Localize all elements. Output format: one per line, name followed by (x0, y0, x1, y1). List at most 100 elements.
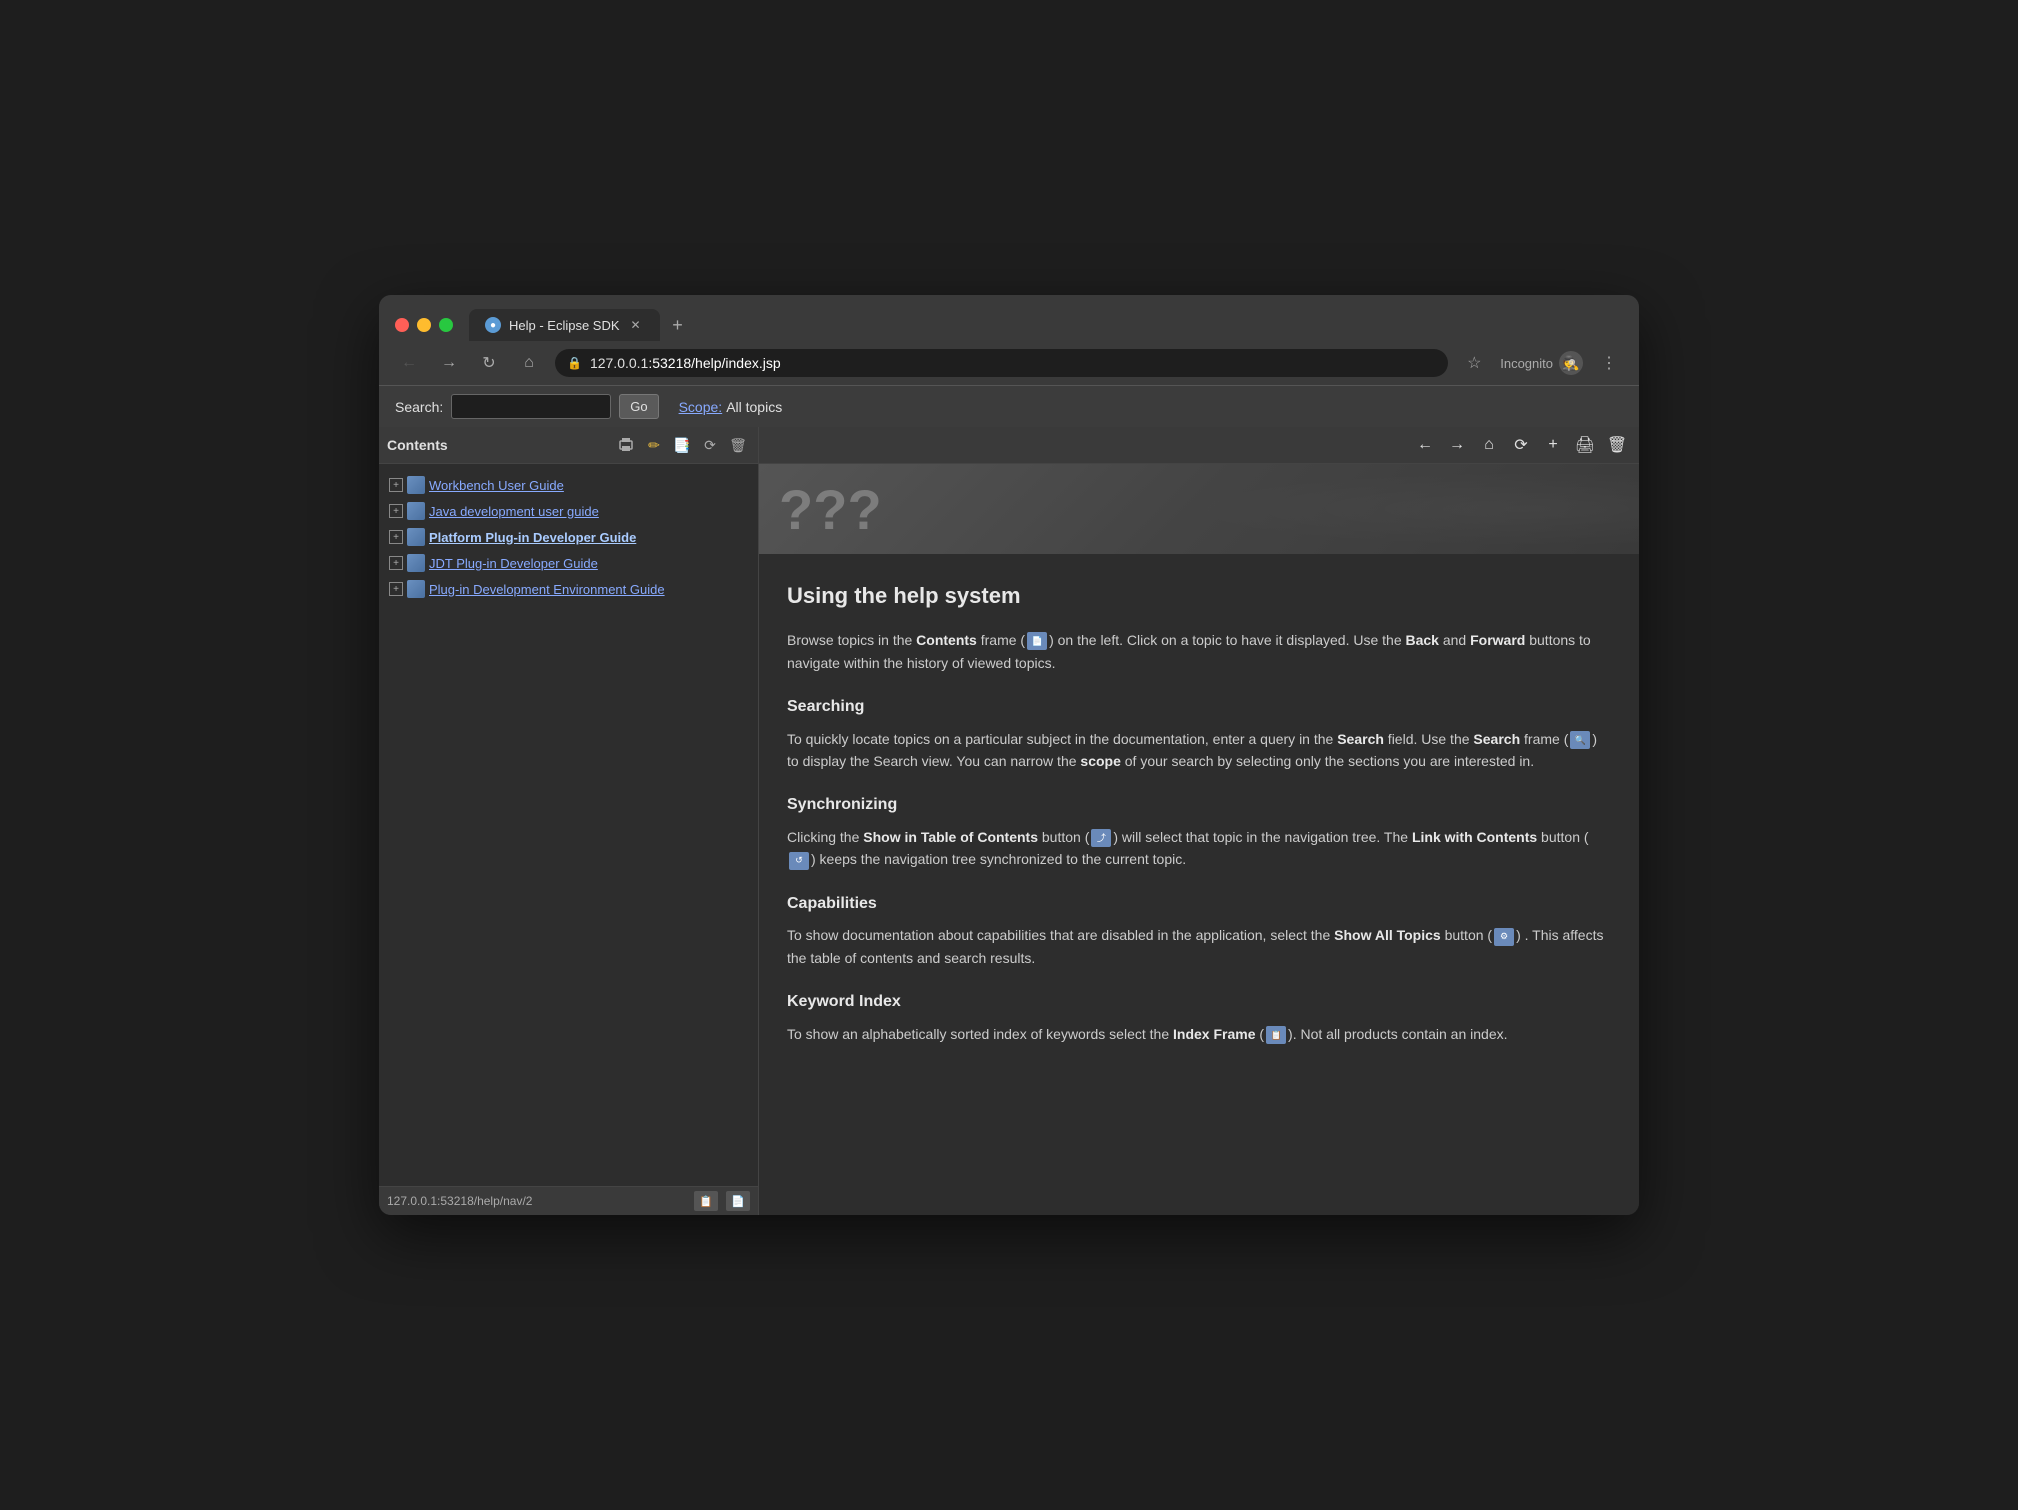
section-body-keyword: To show an alphabetically sorted index o… (787, 1023, 1611, 1045)
scope-area: Scope: All topics (679, 399, 783, 415)
content-panel: ← → ⌂ ⟳ + 🖨 🗑 ? ? ? Using the help syste… (759, 427, 1639, 1215)
new-tab-button[interactable]: + (664, 311, 692, 339)
minimize-button[interactable] (417, 318, 431, 332)
content-bookmark-button[interactable]: + (1539, 431, 1567, 459)
sidebar-header: Contents ✏ 📑 ⟳ 🗑 (379, 427, 758, 464)
delete-sidebar-button[interactable]: 🗑 (726, 433, 750, 457)
back-button[interactable]: ← (395, 349, 423, 377)
book-icon (407, 502, 425, 520)
print-sidebar-button[interactable] (614, 433, 638, 457)
list-item[interactable]: + Workbench User Guide (383, 472, 754, 498)
status-icon-2[interactable]: 📄 (726, 1191, 750, 1211)
list-item[interactable]: + Java development user guide (383, 498, 754, 524)
expand-icon[interactable]: + (389, 478, 403, 492)
address-text: 127.0.0.1:53218/help/index.jsp (590, 355, 781, 371)
tree-item-label: Workbench User Guide (429, 478, 564, 493)
content-heading: Using the help system (787, 578, 1611, 613)
close-button[interactable] (395, 318, 409, 332)
content-forward-button[interactable]: → (1443, 431, 1471, 459)
address-prefix: 127.0.0.1 (590, 355, 648, 371)
search-bar: Search: Go Scope: All topics (379, 385, 1639, 427)
content-intro: Browse topics in the Contents frame (📄) … (787, 629, 1611, 674)
content-print-button[interactable]: 🖨 (1571, 431, 1599, 459)
incognito-icon: 🕵 (1559, 351, 1583, 375)
expand-icon[interactable]: + (389, 530, 403, 544)
title-bar: ● Help - Eclipse SDK ✕ + (379, 295, 1639, 341)
contents-icon: 📄 (1027, 632, 1047, 650)
section-title-searching: Searching (787, 694, 1611, 720)
section-title-capabilities: Capabilities (787, 891, 1611, 917)
book-icon (407, 476, 425, 494)
content-body: Using the help system Browse topics in t… (759, 554, 1639, 1215)
search-frame-icon: 🔍 (1570, 731, 1590, 749)
address-bar-input[interactable]: 🔒 127.0.0.1:53218/help/index.jsp (555, 349, 1448, 377)
active-tab[interactable]: ● Help - Eclipse SDK ✕ (469, 309, 660, 341)
status-url: 127.0.0.1:53218/help/nav/2 (387, 1194, 686, 1208)
status-icon-1[interactable]: 📋 (694, 1191, 718, 1211)
go-button[interactable]: Go (619, 394, 658, 419)
tree-item-label: JDT Plug-in Developer Guide (429, 556, 598, 571)
search-input[interactable] (451, 394, 611, 419)
content-home-button[interactable]: ⌂ (1475, 431, 1503, 459)
book-icon (407, 554, 425, 572)
section-body-searching: To quickly locate topics on a particular… (787, 728, 1611, 773)
scope-value: All topics (726, 399, 782, 415)
tree-item-label: Platform Plug-in Developer Guide (429, 530, 636, 545)
address-suffix: :53218/help/index.jsp (648, 355, 780, 371)
section-body-capabilities: To show documentation about capabilities… (787, 924, 1611, 969)
tab-favicon: ● (485, 317, 501, 333)
home-button[interactable]: ⌂ (515, 349, 543, 377)
section-title-keyword: Keyword Index (787, 989, 1611, 1015)
scope-link[interactable]: Scope: (679, 399, 723, 415)
lock-icon: 🔒 (567, 356, 582, 370)
expand-icon[interactable]: + (389, 556, 403, 570)
incognito-label: Incognito (1500, 356, 1553, 371)
content-toolbar: ← → ⌂ ⟳ + 🖨 🗑 (759, 427, 1639, 464)
section-title-synchronizing: Synchronizing (787, 792, 1611, 818)
menu-button[interactable]: ⋮ (1595, 349, 1623, 377)
address-bar: ← → ↻ ⌂ 🔒 127.0.0.1:53218/help/index.jsp… (379, 341, 1639, 385)
edit-sidebar-button[interactable]: ✏ (642, 433, 666, 457)
search-label: Search: (395, 399, 443, 415)
expand-icon[interactable]: + (389, 582, 403, 596)
sidebar-title: Contents (387, 437, 610, 453)
section-body-synchronizing: Clicking the Show in Table of Contents b… (787, 826, 1611, 871)
tabs-row: ● Help - Eclipse SDK ✕ + (469, 309, 1623, 341)
list-item[interactable]: + JDT Plug-in Developer Guide (383, 550, 754, 576)
tree-item-label: Java development user guide (429, 504, 599, 519)
browser-window: ● Help - Eclipse SDK ✕ + ← → ↻ ⌂ 🔒 127.0… (379, 295, 1639, 1215)
list-item[interactable]: + Plug-in Development Environment Guide (383, 576, 754, 602)
tab-close-button[interactable]: ✕ (628, 317, 644, 333)
question-mark-2: ? (813, 477, 847, 542)
status-bar: 127.0.0.1:53218/help/nav/2 📋 📄 (379, 1186, 758, 1215)
forward-button[interactable]: → (435, 349, 463, 377)
content-sync-button[interactable]: ⟳ (1507, 431, 1535, 459)
book-icon (407, 528, 425, 546)
window-controls (395, 318, 453, 332)
header-decoration: ? ? ? (779, 477, 882, 542)
all-topics-icon: ⚙ (1494, 928, 1514, 946)
content-back-button[interactable]: ← (1411, 431, 1439, 459)
expand-icon[interactable]: + (389, 504, 403, 518)
sync-button[interactable]: ⟳ (698, 433, 722, 457)
sidebar-content: + Workbench User Guide + Java developmen… (379, 464, 758, 1186)
book-icon (407, 580, 425, 598)
reload-button[interactable]: ↻ (475, 349, 503, 377)
list-item[interactable]: + Platform Plug-in Developer Guide (383, 524, 754, 550)
tab-title: Help - Eclipse SDK (509, 318, 620, 333)
main-area: Contents ✏ 📑 ⟳ 🗑 + Workbench User Guide … (379, 427, 1639, 1215)
content-delete-button[interactable]: 🗑 (1603, 431, 1631, 459)
index-frame-icon: 📋 (1266, 1026, 1286, 1044)
content-header: ? ? ? (759, 464, 1639, 554)
header-bg-pattern (1111, 464, 1639, 554)
show-contents-icon: ⤴ (1091, 829, 1111, 847)
bookmarks-button[interactable]: 📑 (670, 433, 694, 457)
bookmark-button[interactable]: ☆ (1460, 349, 1488, 377)
maximize-button[interactable] (439, 318, 453, 332)
sidebar: Contents ✏ 📑 ⟳ 🗑 + Workbench User Guide … (379, 427, 759, 1215)
incognito-badge: Incognito 🕵 (1500, 351, 1583, 375)
question-mark-1: ? (779, 477, 813, 542)
link-contents-icon: ↺ (789, 852, 809, 870)
window-controls-tabs: ● Help - Eclipse SDK ✕ + (395, 309, 1623, 341)
tree-item-label: Plug-in Development Environment Guide (429, 582, 665, 597)
